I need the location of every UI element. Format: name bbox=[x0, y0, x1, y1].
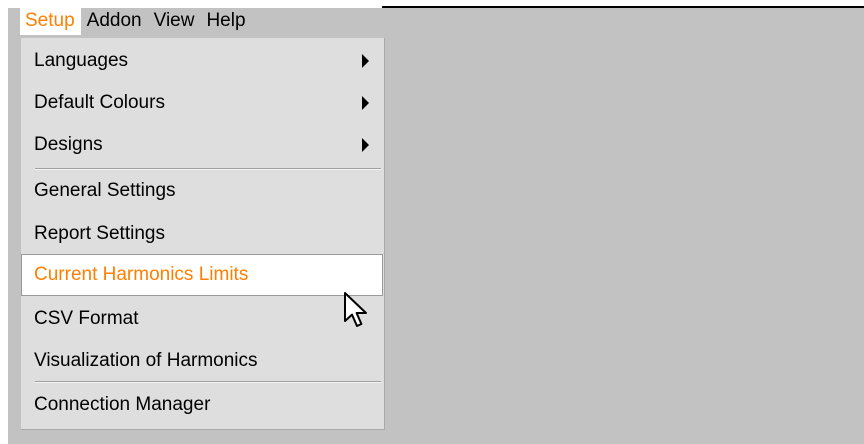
menu-item-default-colours[interactable]: Default Colours bbox=[21, 82, 383, 124]
menu-view[interactable]: View bbox=[148, 8, 201, 35]
menu-item-visualization-of-harmonics[interactable]: Visualization of Harmonics bbox=[21, 340, 383, 382]
menu-item-designs[interactable]: Designs bbox=[21, 124, 383, 166]
menu-item-label: Languages bbox=[34, 50, 129, 71]
menu-item-current-harmonics-limits[interactable]: Current Harmonics Limits bbox=[21, 254, 383, 296]
triangle-right-icon bbox=[362, 54, 369, 68]
menu-help[interactable]: Help bbox=[200, 8, 251, 35]
menu-item-label: Report Settings bbox=[34, 223, 165, 244]
menu-item-label: Designs bbox=[34, 134, 103, 155]
menu-item-connection-manager[interactable]: Connection Manager bbox=[21, 384, 383, 426]
menu-item-general-settings[interactable]: General Settings bbox=[21, 170, 383, 212]
window-top-border bbox=[382, 6, 864, 8]
triangle-right-icon bbox=[362, 138, 369, 152]
menu-setup[interactable]: Setup bbox=[20, 7, 81, 35]
menu-item-label: Visualization of Harmonics bbox=[34, 350, 258, 371]
application-window: Setup Addon View Help Languages Default … bbox=[0, 0, 864, 444]
mouse-cursor-icon bbox=[344, 292, 367, 327]
menu-item-report-settings[interactable]: Report Settings bbox=[21, 213, 383, 255]
menu-item-label: Default Colours bbox=[34, 92, 165, 113]
menu-addon[interactable]: Addon bbox=[81, 8, 148, 35]
menu-item-csv-format[interactable]: CSV Format bbox=[21, 298, 383, 340]
menu-item-label: Current Harmonics Limits bbox=[34, 264, 249, 285]
menu-item-languages[interactable]: Languages bbox=[21, 40, 383, 82]
setup-dropdown-menu: Languages Default Colours Designs Genera… bbox=[21, 38, 385, 430]
menu-separator bbox=[35, 381, 381, 383]
menu-item-label: Connection Manager bbox=[34, 394, 211, 415]
menu-item-label: General Settings bbox=[34, 180, 176, 201]
triangle-right-icon bbox=[362, 96, 369, 110]
menu-bar: Setup Addon View Help bbox=[20, 6, 252, 36]
menu-separator bbox=[35, 168, 381, 170]
menu-item-label: CSV Format bbox=[34, 308, 139, 329]
